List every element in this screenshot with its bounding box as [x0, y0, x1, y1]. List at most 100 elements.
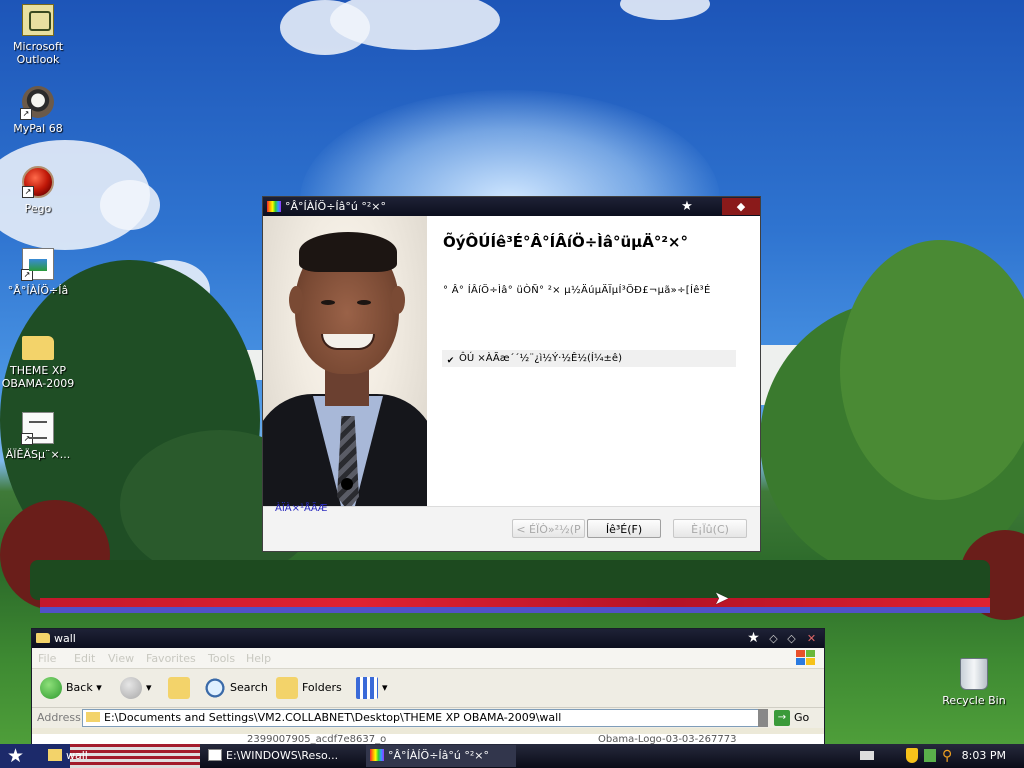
brand-text: ÀÏÀ×¹ÅÃÆ — [275, 503, 328, 514]
address-field[interactable]: E:\Documents and Settings\VM2.COLLABNET\… — [82, 709, 760, 727]
network-icon[interactable] — [924, 749, 936, 762]
pego-icon: ↗ — [22, 166, 54, 198]
folders-icon — [276, 677, 298, 699]
search-button[interactable]: Search — [204, 676, 268, 700]
back-button[interactable]: Back ▾ — [40, 676, 102, 700]
menu-bar: File Edit View Favorites Tools Help — [32, 648, 824, 669]
dialog-footer: ÀÏÀ×¹ÅÃÆ < ÉÏÒ»²½(P Íê³É(F) È¡Ïû(C) — [263, 503, 760, 551]
shield-icon[interactable] — [906, 748, 918, 763]
star-icon[interactable]: ★ — [745, 630, 762, 647]
ear — [391, 286, 405, 314]
desktop-icon-document[interactable]: ↗ ÄÏÊÄSµ¨×... — [0, 412, 76, 461]
checkbox-label: ÔÚ ×ÀÃæ´´½¨¿ì½Ý·½Ê½(Í¼±ê) — [459, 353, 622, 364]
search-label: Search — [230, 681, 268, 694]
folder-up-icon — [168, 677, 190, 699]
smile — [321, 334, 375, 350]
taskbar-task-wall[interactable]: wall — [48, 745, 198, 767]
recycle-bin-icon — [960, 658, 988, 690]
hedge — [30, 560, 990, 600]
cancel-button[interactable]: È¡Ïû(C) — [673, 519, 747, 538]
shortcut-arrow-icon: ↗ — [20, 108, 32, 120]
installer-dialog: °Â°ÍÀÍÖ÷Íâ°ú °²×° ★ ◆ ÕýÔÚÍê³É°Â°ÍÂíÖ÷Ìâ… — [262, 196, 761, 552]
forward-button[interactable]: ▾ — [120, 676, 152, 700]
windows-logo-icon — [796, 650, 816, 666]
keyboard-icon[interactable] — [860, 751, 874, 760]
task-label: wall — [66, 749, 88, 762]
folder-icon — [36, 633, 50, 643]
desktop-icon-outlook[interactable]: Microsoft Outlook — [0, 4, 76, 66]
taskbar-task-notepad[interactable]: E:\WINDOWS\Reso... — [208, 745, 360, 767]
address-label: Address — [37, 711, 81, 724]
close-button[interactable]: ◆ — [722, 198, 760, 215]
minimize-button[interactable]: ◇ — [765, 630, 782, 647]
menu-edit[interactable]: Edit — [74, 652, 95, 665]
desktop-icon-recycle-bin[interactable]: Recycle Bin — [936, 658, 1012, 707]
explorer-titlebar[interactable]: wall ★ ◇ ◇ ✕ — [32, 629, 824, 648]
menu-file[interactable]: File — [38, 652, 56, 665]
mouse-cursor-icon: ➤ — [714, 588, 730, 609]
hair — [299, 232, 397, 272]
desktop-icon-label: THEME XP OBAMA-2009 — [1, 364, 75, 390]
desktop-icon-label: Recycle Bin — [942, 694, 1006, 707]
dialog-titlebar[interactable]: °Â°ÍÀÍÖ÷Íâ°ú °²×° ★ ◆ — [263, 197, 760, 216]
address-bar: Address E:\Documents and Settings\VM2.CO… — [32, 708, 824, 728]
ear — [289, 286, 303, 314]
eye — [357, 300, 371, 305]
maximize-button[interactable]: ◇ — [783, 630, 800, 647]
address-dropdown-button[interactable] — [758, 709, 768, 727]
installer-icon — [267, 201, 281, 212]
lapel-mic — [341, 478, 353, 490]
views-button[interactable]: ▾ — [356, 676, 388, 700]
back-arrow-icon — [40, 677, 62, 699]
image-icon: ↗ — [21, 248, 54, 281]
document-icon: ↗ — [21, 412, 54, 445]
desktop-icon-label: ÄÏÊÄSµ¨×... — [5, 448, 71, 461]
dialog-title: °Â°ÍÀÍÖ÷Íâ°ú °²×° — [285, 200, 386, 213]
back-label: Back — [66, 681, 93, 694]
shortcut-arrow-icon: ↗ — [21, 269, 33, 281]
folder-icon — [22, 336, 54, 360]
desktop-icon-label: Pego — [24, 202, 52, 215]
desktop-icon-image[interactable]: ↗ °Å°ÍÀÍÖ÷Íâ — [0, 248, 76, 297]
menu-favorites[interactable]: Favorites — [146, 652, 196, 665]
close-button[interactable]: ✕ — [803, 630, 820, 647]
folder-icon — [86, 712, 100, 722]
go-button[interactable]: → Go — [774, 709, 809, 727]
task-label: °Â°ÍÀÍÖ÷Íâ°ú °²×° — [388, 749, 489, 762]
desktop-icon-pego[interactable]: ↗ Pego — [0, 166, 76, 215]
desktop-icon-label: Microsoft Outlook — [12, 40, 64, 66]
checkmark-icon: ✔ — [446, 356, 455, 366]
notepad-icon — [208, 749, 222, 761]
menu-view[interactable]: View — [108, 652, 134, 665]
dialog-heading: ÕýÔÚÍê³É°Â°ÍÂíÖ÷Ìâ°üµÄ°²×° — [443, 233, 688, 251]
menu-tools[interactable]: Tools — [208, 652, 235, 665]
desktop-icon-label: MyPal 68 — [13, 122, 63, 135]
finish-button[interactable]: Íê³É(F) — [587, 519, 661, 538]
explorer-window: wall ★ ◇ ◇ ✕ File Edit View Favorites To… — [31, 628, 825, 746]
explorer-title: wall — [54, 632, 76, 645]
address-value: E:\Documents and Settings\VM2.COLLABNET\… — [104, 711, 562, 724]
desktop-shortcut-checkbox[interactable]: ✔ ÔÚ ×ÀÃæ´´½¨¿ì½Ý·½Ê½(Í¼±ê) — [442, 350, 736, 367]
toolbar: Back ▾ ▾ Search Folders ▾ — [32, 669, 824, 708]
clock: 8:03 PM — [961, 749, 1006, 762]
eye — [321, 300, 335, 305]
cloud — [100, 180, 160, 230]
taskbar: ★ wall E:\WINDOWS\Reso... °Â°ÍÀÍÖ÷Íâ°ú °… — [0, 744, 1024, 768]
desktop-icon-theme-folder[interactable]: THEME XP OBAMA-2009 — [0, 330, 76, 390]
desktop-icon-mypal[interactable]: ↗ MyPal 68 — [0, 86, 76, 135]
cloud — [620, 0, 710, 20]
installer-icon — [370, 749, 384, 761]
folder-icon — [48, 749, 62, 761]
outlook-icon — [22, 4, 54, 36]
menu-help[interactable]: Help — [246, 652, 271, 665]
back-button[interactable]: < ÉÏÒ»²½(P — [512, 519, 585, 538]
taskbar-task-installer[interactable]: °Â°ÍÀÍÖ÷Íâ°ú °²×° — [366, 745, 516, 767]
go-arrow-icon: → — [774, 710, 790, 726]
up-folder-button[interactable] — [168, 676, 194, 700]
star-icon[interactable]: ★ — [678, 198, 696, 215]
folders-button[interactable]: Folders — [276, 676, 342, 700]
start-button[interactable]: ★ — [7, 746, 24, 766]
folders-label: Folders — [302, 681, 342, 694]
go-label: Go — [794, 711, 810, 724]
search-icon[interactable]: ⚲ — [942, 748, 952, 764]
